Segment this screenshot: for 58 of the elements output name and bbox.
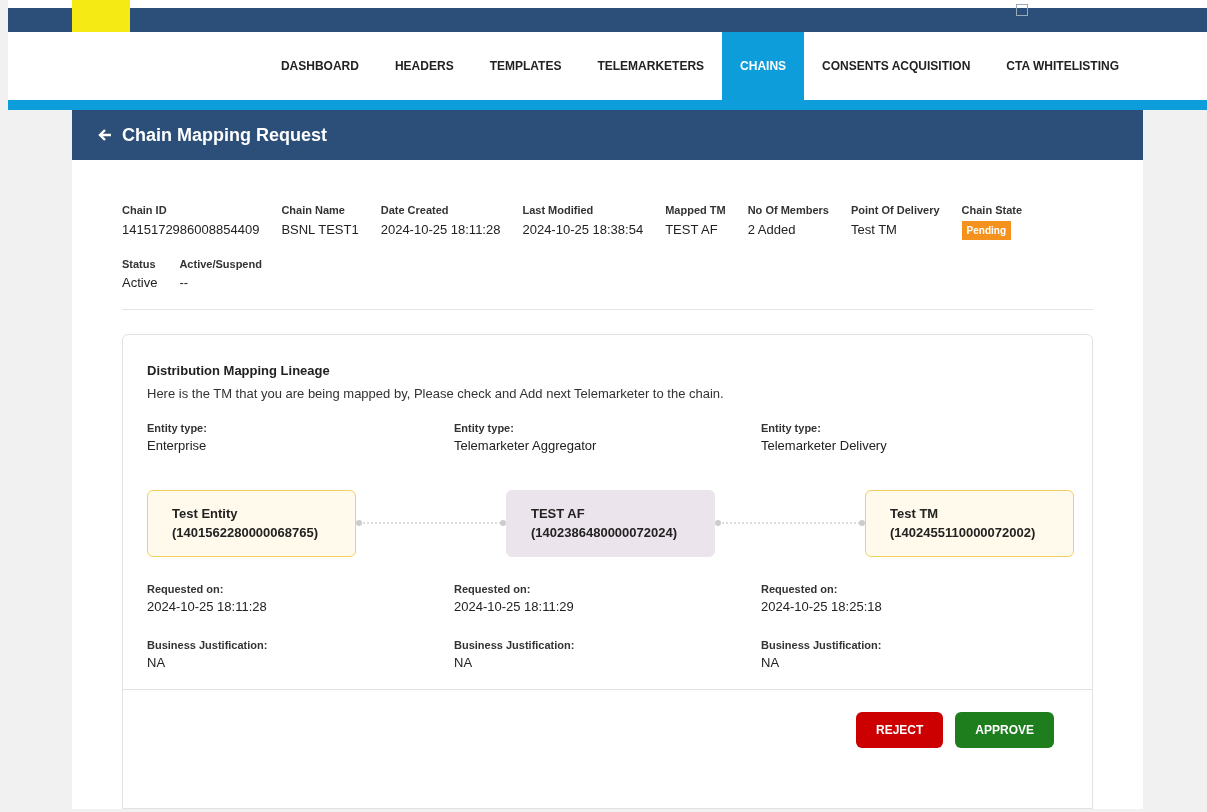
field-value: -- xyxy=(179,274,190,292)
field-label: Chain Name xyxy=(281,203,346,218)
entity-id: (1402386480000072024) xyxy=(531,524,679,542)
field-label: Entity type: xyxy=(761,420,822,436)
page-title: Chain Mapping Request xyxy=(122,123,327,147)
field-value: Test TM xyxy=(850,220,898,239)
nav-tab[interactable]: CTA WHITELISTING xyxy=(988,32,1137,100)
back-arrow-icon[interactable] xyxy=(98,128,112,142)
entity-name: Test TM xyxy=(890,504,940,523)
field-value: Active xyxy=(122,274,158,292)
field-label: Chain State xyxy=(961,203,1023,218)
field-value: 2024-10-25 18:11:29 xyxy=(454,598,575,616)
field-label: Requested on: xyxy=(147,581,225,597)
field-value: 2024-10-25 18:25:18 xyxy=(761,598,883,616)
field-label: Requested on: xyxy=(454,581,532,597)
nav-tab[interactable]: CONSENTS ACQUISITION xyxy=(804,32,989,100)
field-value: 1415172986008854409 xyxy=(122,220,260,239)
field-label: Active/Suspend xyxy=(179,256,262,272)
field-value: Enterprise xyxy=(147,437,208,455)
section-description: Here is the TM that you are being mapped by, Please check and Add next Telemarketer to the chain. xyxy=(147,385,725,403)
field-label: Mapped TM xyxy=(665,203,726,218)
entity-id: (1401562280000068765) xyxy=(172,524,320,542)
entity-name: TEST AF xyxy=(531,504,586,523)
field-value: 2024-10-25 18:38:54 xyxy=(522,220,644,239)
field-value: BSNL TEST1 xyxy=(281,220,359,239)
field-value: NA xyxy=(147,654,167,672)
nav-tab[interactable]: DASHBOARD xyxy=(262,32,377,100)
field-value: 2024-10-25 18:11:28 xyxy=(380,220,501,239)
field-label: Chain ID xyxy=(122,203,168,218)
action-button[interactable]: REJECT xyxy=(855,711,944,748)
field-label: Date Created xyxy=(380,203,450,218)
field-value: 2024-10-25 18:11:28 xyxy=(147,598,268,616)
action-button[interactable]: APPROVE xyxy=(955,711,1054,748)
entity-name: Test Entity xyxy=(172,504,239,523)
field-label: Entity type: xyxy=(454,420,515,436)
nav-tab[interactable]: TELEMARKETERS xyxy=(579,32,723,100)
field-label: Business Justification: xyxy=(454,637,576,653)
field-value: Telemarketer Delivery xyxy=(761,437,888,455)
field-value: Telemarketer Aggregator xyxy=(454,437,598,455)
field-value: TEST AF xyxy=(665,220,719,239)
field-value: 2 Added xyxy=(747,220,797,239)
entity-id: (1402455110000072002) xyxy=(890,524,1037,542)
notification-icon[interactable] xyxy=(1016,4,1028,16)
field-label: No Of Members xyxy=(747,203,829,218)
field-value: NA xyxy=(454,654,474,672)
section-title: Distribution Mapping Lineage xyxy=(147,361,331,380)
nav-tab[interactable]: HEADERS xyxy=(376,32,472,100)
field-label: Entity type: xyxy=(147,420,208,436)
logo xyxy=(72,0,130,32)
state-badge: Pending xyxy=(961,220,1012,240)
field-label: Business Justification: xyxy=(761,637,883,653)
field-label: Last Modified xyxy=(522,203,595,218)
field-label: Status xyxy=(122,256,157,272)
field-label: Requested on: xyxy=(761,581,839,597)
field-label: Business Justification: xyxy=(147,637,269,653)
field-label: Point Of Delivery xyxy=(850,203,940,218)
field-value: NA xyxy=(761,654,781,672)
nav-tab[interactable]: TEMPLATES xyxy=(471,32,580,100)
